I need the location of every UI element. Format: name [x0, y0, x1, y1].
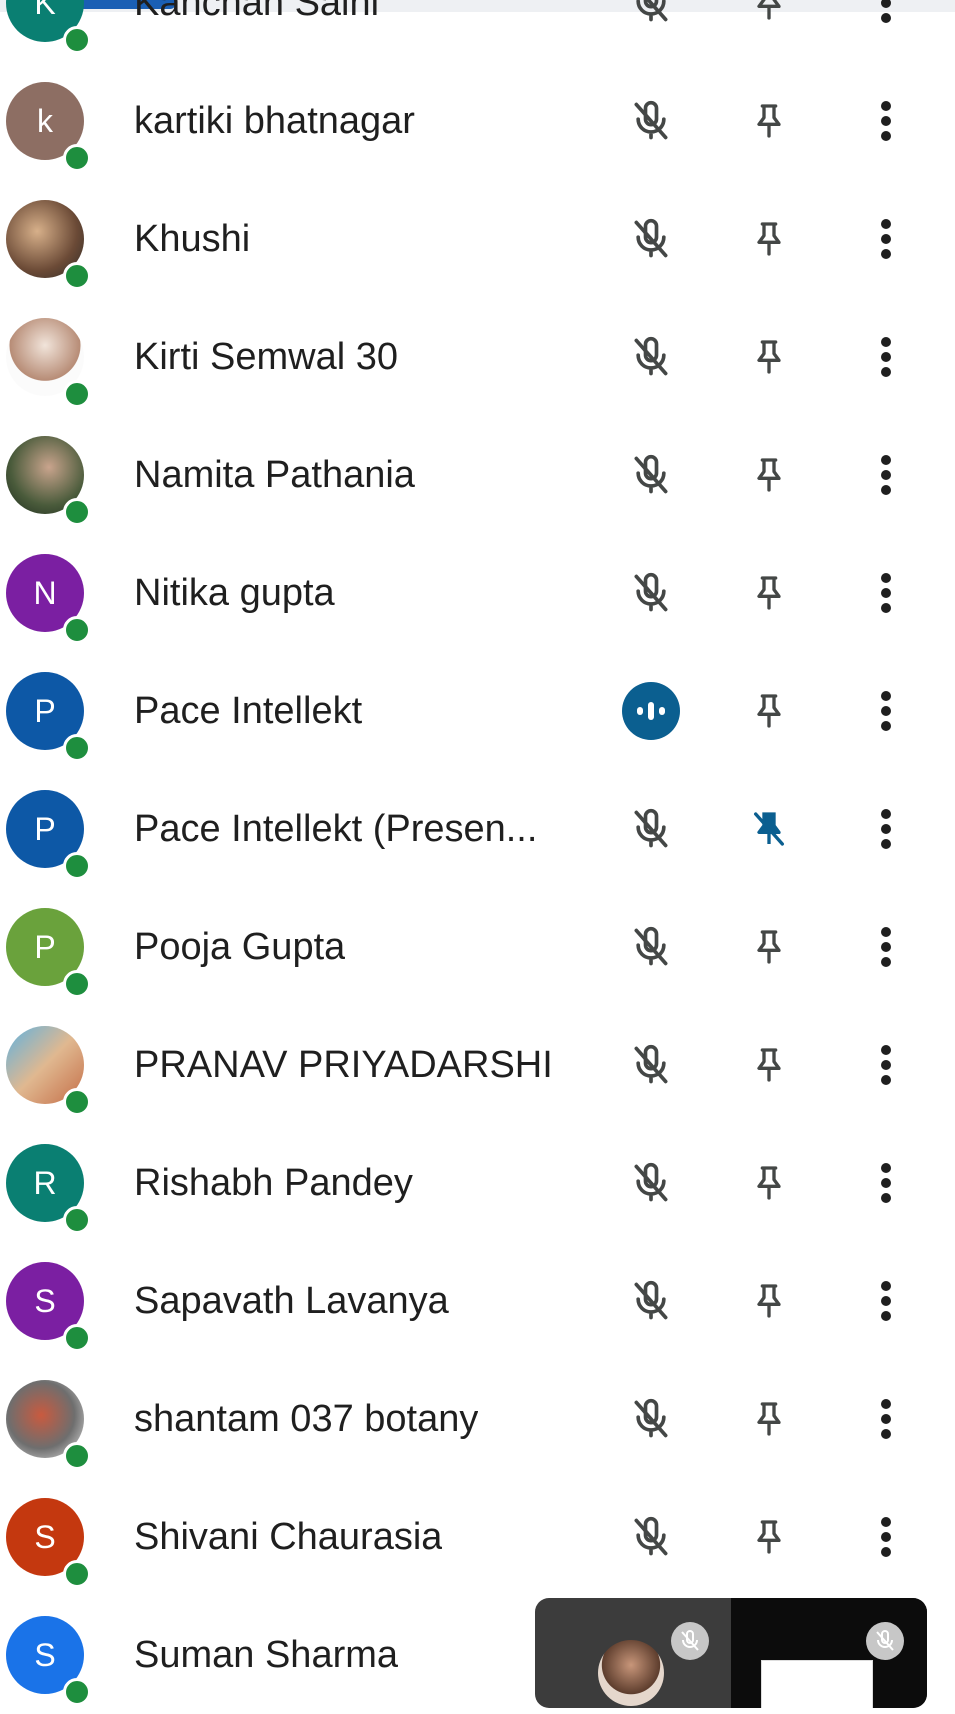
pin-icon[interactable] [739, 1271, 799, 1331]
participant-name: Suman Sharma [134, 1634, 399, 1676]
more-options-icon[interactable] [856, 681, 916, 741]
mic-muted-icon[interactable] [621, 91, 681, 151]
participant-name: Pooja Gupta [134, 926, 346, 968]
pip-mic-muted-icon [671, 1622, 709, 1660]
speaking-indicator-icon [622, 682, 680, 740]
more-options-icon[interactable] [856, 799, 916, 859]
participant-name: shantam 037 botany [134, 1398, 479, 1440]
online-status-icon [63, 498, 91, 526]
online-status-icon [63, 616, 91, 644]
more-options-icon[interactable] [856, 209, 916, 269]
participant-row[interactable]: Khushi [0, 180, 955, 298]
participant-row[interactable]: shantam 037 botany [0, 1360, 955, 1478]
mic-muted-icon[interactable] [621, 1389, 681, 1449]
participant-row[interactable]: P Pace Intellekt (Presen... [0, 770, 955, 888]
participant-row[interactable]: S Shivani Chaurasia [0, 1478, 955, 1596]
more-options-icon[interactable] [856, 1507, 916, 1567]
participant-row[interactable]: Namita Pathania [0, 416, 955, 534]
pin-icon[interactable] [739, 445, 799, 505]
pin-icon[interactable] [739, 917, 799, 977]
online-status-icon [63, 1324, 91, 1352]
mic-muted-icon[interactable] [621, 917, 681, 977]
more-options-icon[interactable] [856, 91, 916, 151]
pin-icon[interactable] [739, 1035, 799, 1095]
pin-icon[interactable] [739, 563, 799, 623]
pin-icon[interactable] [739, 1153, 799, 1213]
mic-muted-icon[interactable] [621, 0, 681, 33]
mic-muted-icon[interactable] [621, 327, 681, 387]
pin-icon[interactable] [739, 0, 799, 33]
participant-name: Khushi [134, 218, 251, 260]
participant-name: Pace Intellekt (Presen... [134, 808, 538, 850]
pin-icon[interactable] [739, 91, 799, 151]
pin-icon[interactable] [739, 209, 799, 269]
more-options-icon[interactable] [856, 445, 916, 505]
mic-muted-icon[interactable] [621, 1153, 681, 1213]
participant-row[interactable]: P Pooja Gupta [0, 888, 955, 1006]
participant-name: kartiki bhatnagar [134, 100, 415, 142]
online-status-icon [63, 1678, 91, 1706]
participant-row[interactable]: P Pace Intellekt [0, 652, 955, 770]
participant-name: Kirti Semwal 30 [134, 336, 398, 378]
online-status-icon [63, 734, 91, 762]
more-options-icon[interactable] [856, 327, 916, 387]
pin-icon[interactable] [739, 1389, 799, 1449]
online-status-icon [63, 1088, 91, 1116]
participant-row[interactable]: R Rishabh Pandey [0, 1124, 955, 1242]
participant-row[interactable]: Kirti Semwal 30 [0, 298, 955, 416]
pip-screen-share-tile [731, 1598, 927, 1708]
pin-icon[interactable] [739, 1507, 799, 1567]
pip-participant-avatar [598, 1640, 664, 1706]
participant-row[interactable]: k kartiki bhatnagar [0, 62, 955, 180]
mic-muted-icon[interactable] [621, 1507, 681, 1567]
pin-icon[interactable] [739, 327, 799, 387]
more-options-icon[interactable] [856, 1035, 916, 1095]
participant-name: PRANAV PRIYADARSHI [134, 1044, 553, 1086]
participant-row[interactable]: PRANAV PRIYADARSHI [0, 1006, 955, 1124]
online-status-icon [63, 144, 91, 172]
participant-list: K Kanchan Saini k kartiki bhatnagar Khushi Ki… [0, 0, 955, 1714]
online-status-icon [63, 262, 91, 290]
online-status-icon [63, 1442, 91, 1470]
mic-muted-icon[interactable] [621, 1035, 681, 1095]
mic-muted-icon[interactable] [621, 209, 681, 269]
picture-in-picture-preview[interactable] [535, 1598, 927, 1708]
more-options-icon[interactable] [856, 1271, 916, 1331]
pip-mic-muted-icon [866, 1622, 904, 1660]
online-status-icon [63, 1206, 91, 1234]
pinned-icon[interactable] [739, 799, 799, 859]
more-options-icon[interactable] [856, 0, 916, 33]
mic-muted-icon[interactable] [621, 563, 681, 623]
more-options-icon[interactable] [856, 917, 916, 977]
online-status-icon [63, 852, 91, 880]
participant-name: Nitika gupta [134, 572, 335, 614]
participant-row[interactable]: S Sapavath Lavanya [0, 1242, 955, 1360]
pip-shared-document [761, 1660, 873, 1708]
more-options-icon[interactable] [856, 563, 916, 623]
participant-name: Pace Intellekt [134, 690, 363, 732]
participant-name: Namita Pathania [134, 454, 415, 496]
participant-name: Rishabh Pandey [134, 1162, 413, 1204]
participant-name: Kanchan Saini [134, 0, 380, 24]
participant-row[interactable]: K Kanchan Saini [0, 0, 955, 62]
online-status-icon [63, 380, 91, 408]
mic-muted-icon[interactable] [621, 1271, 681, 1331]
online-status-icon [63, 970, 91, 998]
participant-name: Sapavath Lavanya [134, 1280, 449, 1322]
mic-muted-icon[interactable] [621, 445, 681, 505]
more-options-icon[interactable] [856, 1389, 916, 1449]
participant-row[interactable]: N Nitika gupta [0, 534, 955, 652]
online-status-icon [63, 1560, 91, 1588]
more-options-icon[interactable] [856, 1153, 916, 1213]
online-status-icon [63, 26, 91, 54]
pin-icon[interactable] [739, 681, 799, 741]
mic-muted-icon[interactable] [621, 799, 681, 859]
participant-name: Shivani Chaurasia [134, 1516, 443, 1558]
